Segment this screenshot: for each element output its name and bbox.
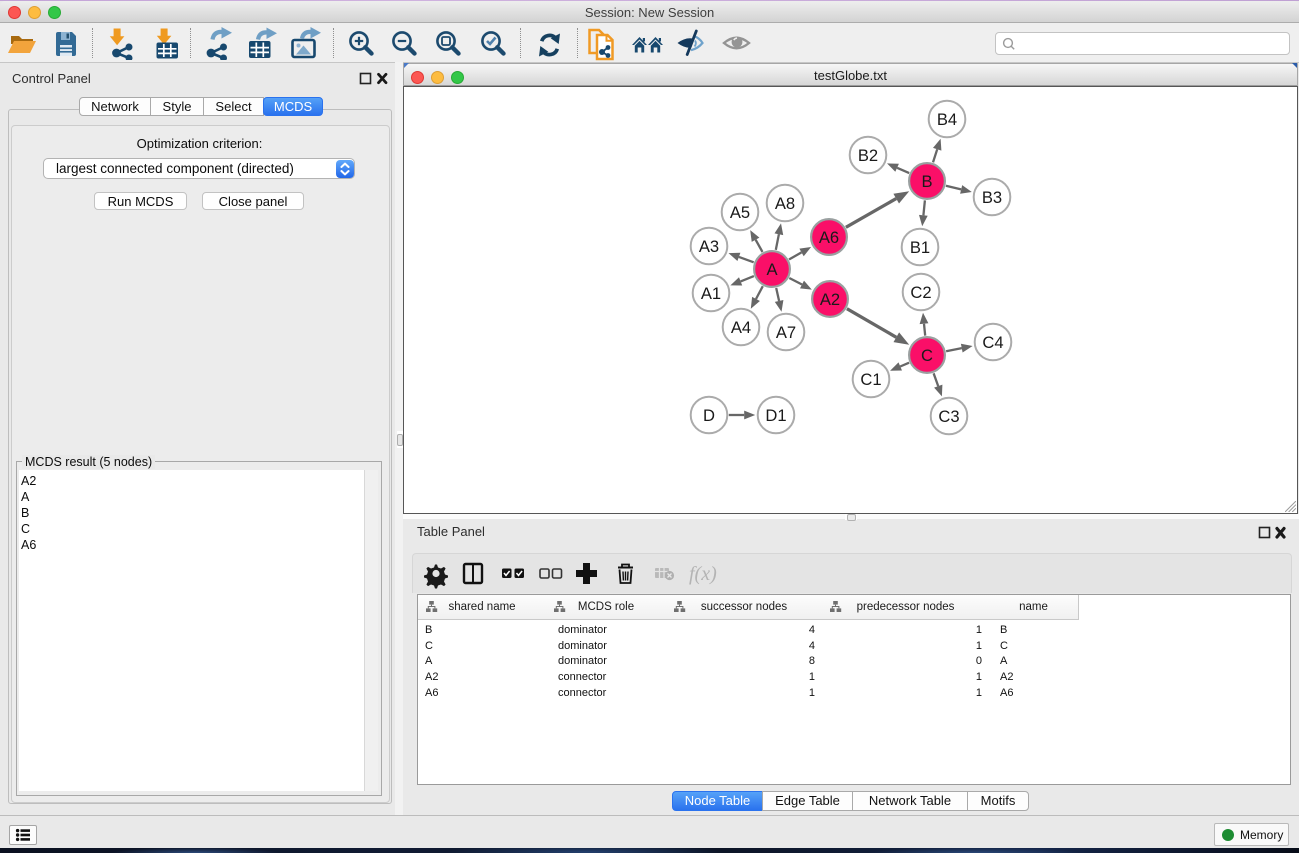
- svg-text:C: C: [921, 346, 933, 365]
- svg-text:f(x): f(x): [689, 563, 717, 585]
- svg-text:A5: A5: [730, 203, 750, 222]
- svg-text:A3: A3: [699, 237, 719, 256]
- svg-text:C2: C2: [910, 283, 931, 302]
- svg-text:B1: B1: [910, 238, 930, 257]
- svg-text:A: A: [766, 260, 778, 279]
- svg-text:A4: A4: [731, 318, 751, 337]
- svg-text:A2: A2: [820, 290, 840, 309]
- svg-text:B3: B3: [982, 188, 1002, 207]
- svg-text:C1: C1: [860, 370, 881, 389]
- svg-text:C3: C3: [938, 407, 959, 426]
- svg-text:B4: B4: [937, 110, 957, 129]
- svg-text:D: D: [703, 406, 715, 425]
- svg-text:A6: A6: [819, 228, 839, 247]
- svg-text:C4: C4: [982, 333, 1003, 352]
- svg-text:A7: A7: [776, 323, 796, 342]
- svg-text:B: B: [921, 172, 932, 191]
- svg-text:D1: D1: [765, 406, 786, 425]
- svg-text:B2: B2: [858, 146, 878, 165]
- svg-text:A1: A1: [701, 284, 721, 303]
- svg-text:A8: A8: [775, 194, 795, 213]
